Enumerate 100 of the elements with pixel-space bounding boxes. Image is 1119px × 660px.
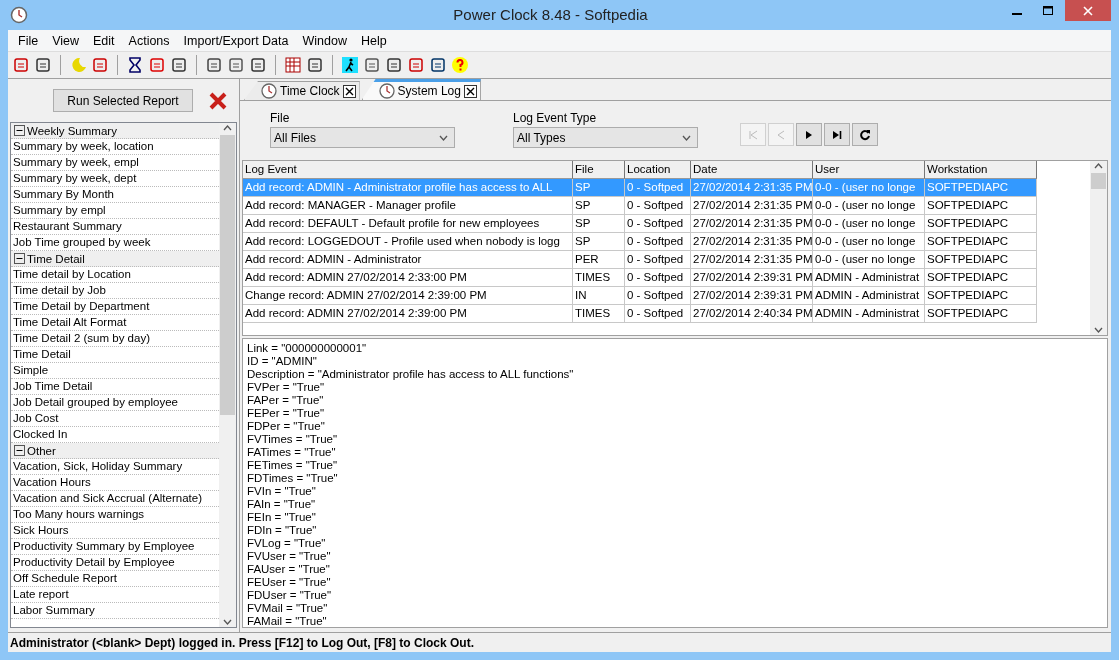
navigation-button[interactable] — [796, 123, 822, 146]
detail-line: FEIn = "True" — [247, 511, 317, 524]
table-cell[interactable]: 0-0 - (user no longe — [813, 233, 925, 251]
scrollbar[interactable] — [219, 123, 236, 627]
tab-label: Time Clock — [280, 84, 340, 98]
table-cell[interactable]: PER — [573, 251, 625, 269]
menu-item[interactable]: File — [11, 33, 46, 48]
table-cell[interactable]: 0-0 - (user no longe — [813, 215, 925, 233]
filter-dropdown[interactable]: All Types — [513, 127, 698, 148]
table-cell[interactable]: 27/02/2014 2:39:31 PM — [691, 287, 813, 305]
table-cell[interactable]: SOFTPEDIAPC — [925, 287, 1037, 305]
menu-item[interactable]: Import/Export Data — [176, 33, 296, 48]
table-cell[interactable]: SOFTPEDIAPC — [925, 305, 1037, 323]
column-header[interactable]: Date — [691, 161, 813, 179]
previous-record-icon — [775, 128, 787, 141]
tab-close-button[interactable] — [463, 84, 477, 98]
table-cell[interactable]: 0 - Softped — [625, 269, 691, 287]
calendar-icon[interactable] — [282, 54, 304, 76]
table-cell[interactable]: IN — [573, 287, 625, 305]
dropdown-caret-icon[interactable] — [682, 134, 691, 141]
table-cell[interactable]: 27/02/2014 2:31:35 PM — [691, 233, 813, 251]
detail-line: Link = "000000000001" — [247, 342, 368, 355]
report-group[interactable]: Other — [11, 443, 219, 459]
filter-dropdown[interactable]: All Files — [270, 127, 455, 148]
tab[interactable]: Time Clock — [244, 81, 360, 100]
menu-item[interactable]: Window — [295, 33, 354, 48]
collapse-icon[interactable] — [14, 253, 25, 264]
table-cell[interactable]: Change record: ADMIN 27/02/2014 2:39:00 PM — [243, 287, 573, 305]
table-cell[interactable]: 0 - Softped — [625, 197, 691, 215]
close-icon — [1083, 5, 1093, 16]
run-report-button[interactable]: Run Selected Report — [53, 89, 193, 112]
scrollbar-thumb[interactable] — [220, 135, 235, 415]
table-cell[interactable]: 27/02/2014 2:31:35 PM — [691, 215, 813, 233]
table-cell[interactable]: TIMES — [573, 269, 625, 287]
menu-item[interactable]: Actions — [121, 33, 177, 48]
table-cell[interactable]: Add record: MANAGER - Manager profile — [243, 197, 573, 215]
table-cell[interactable]: 27/02/2014 2:39:31 PM — [691, 269, 813, 287]
scrollbar[interactable] — [1090, 161, 1107, 335]
refresh-icon — [859, 128, 871, 141]
menu-item[interactable]: Edit — [86, 33, 122, 48]
table-cell[interactable]: ADMIN - Administrat — [813, 287, 925, 305]
scroll-down-icon[interactable] — [223, 619, 232, 625]
table-cell[interactable]: ADMIN - Administrat — [813, 305, 925, 323]
detail-line: FVPer = "True" — [247, 381, 326, 394]
detail-line: FDIn = "True" — [247, 524, 318, 537]
help-icon[interactable] — [449, 54, 471, 76]
table-cell[interactable]: SOFTPEDIAPC — [925, 197, 1037, 215]
report-group[interactable]: Weekly Summary — [11, 123, 219, 139]
table-cell[interactable]: 0 - Softped — [625, 233, 691, 251]
table-cell[interactable]: 27/02/2014 2:31:35 PM — [691, 251, 813, 269]
tab[interactable]: System Log — [361, 79, 481, 100]
table-cell[interactable]: SOFTPEDIAPC — [925, 269, 1037, 287]
detail-line: FDUser = "True" — [247, 589, 333, 602]
dropdown-caret-icon[interactable] — [439, 134, 448, 141]
table-cell[interactable]: 0-0 - (user no longe — [813, 197, 925, 215]
table-cell[interactable]: SOFTPEDIAPC — [925, 233, 1037, 251]
column-header[interactable]: Log Event — [243, 161, 573, 179]
group-label: Weekly Summary — [27, 124, 117, 137]
table-cell[interactable]: Add record: ADMIN 27/02/2014 2:33:00 PM — [243, 269, 573, 287]
column-header[interactable]: Workstation — [925, 161, 1037, 179]
table-cell[interactable]: SP — [573, 215, 625, 233]
scroll-up-icon[interactable] — [223, 125, 232, 131]
table-cell[interactable]: ADMIN - Administrat — [813, 269, 925, 287]
scrollbar-thumb[interactable] — [1091, 173, 1106, 189]
table-cell[interactable]: Add record: LOGGEDOUT - Profile used when nobody is logg — [243, 233, 573, 251]
column-header[interactable]: Location — [625, 161, 691, 179]
detail-line: FEPer = "True" — [247, 407, 326, 420]
table-cell[interactable]: Add record: ADMIN 27/02/2014 2:39:00 PM — [243, 305, 573, 323]
column-header[interactable]: User — [813, 161, 925, 179]
scroll-up-icon[interactable] — [1094, 163, 1103, 169]
table-cell[interactable]: Add record: DEFAULT - Default profile for new employees — [243, 215, 573, 233]
table-cell[interactable]: SP — [573, 197, 625, 215]
table-cell[interactable]: Add record: ADMIN - Administrator — [243, 251, 573, 269]
collapse-icon[interactable] — [14, 125, 25, 136]
table-cell[interactable]: SP — [573, 233, 625, 251]
tab-close-button[interactable] — [342, 84, 356, 98]
detail-line: FETimes = "True" — [247, 459, 339, 472]
report-group[interactable]: Time Detail — [11, 251, 219, 267]
menu-item[interactable]: View — [45, 33, 87, 48]
walking-person-icon[interactable] — [339, 54, 361, 76]
column-header[interactable]: File — [573, 161, 625, 179]
navigation-button[interactable] — [852, 123, 878, 146]
scroll-down-icon[interactable] — [1094, 327, 1103, 333]
delete-icon[interactable] — [209, 91, 227, 110]
table-cell[interactable]: TIMES — [573, 305, 625, 323]
table-cell[interactable]: 0 - Softped — [625, 251, 691, 269]
table-cell[interactable]: 0 - Softped — [625, 215, 691, 233]
table-cell[interactable]: SOFTPEDIAPC — [925, 251, 1037, 269]
detail-line: FAPer = "True" — [247, 394, 325, 407]
table-cell[interactable]: 27/02/2014 2:40:34 PM — [691, 305, 813, 323]
navigation-button[interactable] — [824, 123, 850, 146]
menu-item[interactable]: Help — [353, 33, 394, 48]
table-cell[interactable]: 0-0 - (user no longe — [813, 251, 925, 269]
table-cell[interactable]: 0 - Softped — [625, 305, 691, 323]
status-text: Administrator (<blank> Dept) logged in. Press [F12] to Log Out, [F8] to Clock Out. — [10, 635, 475, 650]
table-cell[interactable]: 27/02/2014 2:31:35 PM — [691, 197, 813, 215]
table-cell[interactable]: 0 - Softped — [625, 287, 691, 305]
table-cell[interactable]: SOFTPEDIAPC — [925, 215, 1037, 233]
group-label: Time Detail — [27, 252, 85, 265]
collapse-icon[interactable] — [14, 445, 25, 456]
